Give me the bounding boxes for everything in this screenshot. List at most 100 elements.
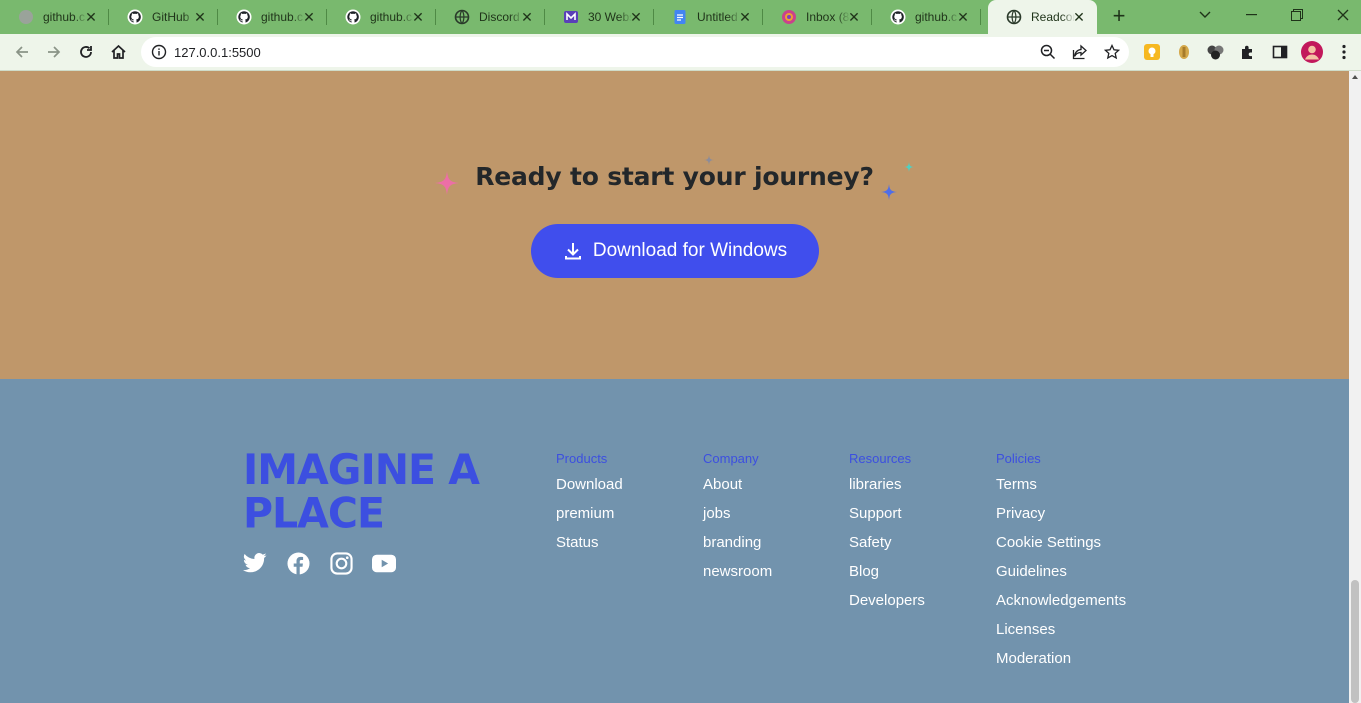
footer-link-moderation[interactable]: Moderation xyxy=(996,649,1126,669)
footer-link-terms[interactable]: Terms xyxy=(996,475,1126,495)
site-info-icon[interactable] xyxy=(151,44,167,65)
forward-button[interactable] xyxy=(43,41,65,63)
close-icon[interactable]: ✕ xyxy=(737,9,753,25)
download-button-label: Download for Windows xyxy=(592,240,788,261)
tab-title: Inbox (8 xyxy=(806,10,850,24)
footer-link-cookie-settings[interactable]: Cookie Settings xyxy=(996,533,1126,553)
github-icon xyxy=(236,9,252,25)
footer-column-title: Company xyxy=(703,451,759,466)
close-icon[interactable]: ✕ xyxy=(955,9,971,25)
footer-link-download[interactable]: Download xyxy=(556,475,623,495)
docs-icon xyxy=(672,9,688,25)
cta-heading: Ready to start your journey? xyxy=(475,162,874,191)
footer-column-title: Policies xyxy=(996,451,1041,466)
tab-github-1[interactable]: github.c ✕ xyxy=(0,0,109,34)
tab-title: GitHub xyxy=(152,10,190,24)
tab-inbox[interactable]: Inbox (8 ✕ xyxy=(763,0,872,34)
globe-icon xyxy=(454,9,470,25)
tab-title: github.c xyxy=(261,10,304,24)
footer-link-privacy[interactable]: Privacy xyxy=(996,504,1126,524)
download-icon xyxy=(563,241,583,261)
footer-column-title: Products xyxy=(556,451,608,466)
scroll-up-arrow-icon[interactable] xyxy=(1352,75,1358,79)
page-viewport: Ready to start your journey? Download fo… xyxy=(0,71,1349,703)
tab-30-websites[interactable]: 30 Webs ✕ xyxy=(545,0,654,34)
tab-github-5[interactable]: github.c ✕ xyxy=(872,0,981,34)
footer-link-support[interactable]: Support xyxy=(849,504,925,524)
tab-untitled-doc[interactable]: Untitled ✕ xyxy=(654,0,763,34)
footer-column-products: Products Download premium Status xyxy=(556,451,623,562)
close-icon[interactable]: ✕ xyxy=(410,9,426,25)
tab-title: 30 Webs xyxy=(588,10,632,24)
new-tab-button[interactable]: + xyxy=(1108,5,1130,28)
tab-discord[interactable]: Discord ✕ xyxy=(436,0,545,34)
close-icon[interactable]: ✕ xyxy=(83,9,99,25)
close-icon[interactable]: ✕ xyxy=(628,9,644,25)
footer-link-acknowledgements[interactable]: Acknowledgements xyxy=(996,591,1126,611)
footer-link-branding[interactable]: branding xyxy=(703,533,772,553)
footer-column-title: Resources xyxy=(849,451,912,466)
close-icon[interactable]: ✕ xyxy=(301,9,317,25)
download-windows-button[interactable]: Download for Windows xyxy=(531,224,819,278)
footer-link-status[interactable]: Status xyxy=(556,533,623,553)
close-icon[interactable]: ✕ xyxy=(1071,9,1087,25)
back-button[interactable] xyxy=(11,41,33,63)
reload-button[interactable] xyxy=(75,41,97,63)
footer-link-premium[interactable]: premium xyxy=(556,504,623,524)
footer-link-safety[interactable]: Safety xyxy=(849,533,925,553)
profile-avatar[interactable] xyxy=(1301,41,1323,63)
footer-link-guidelines[interactable]: Guidelines xyxy=(996,562,1126,582)
address-bar[interactable]: 127.0.0.1:5500 xyxy=(141,37,1129,67)
twitter-icon[interactable] xyxy=(243,551,267,575)
footer-link-developers[interactable]: Developers xyxy=(849,591,925,611)
footer-column-policies: Policies Terms Privacy Cookie Settings G… xyxy=(996,451,1126,678)
side-panel-icon[interactable] xyxy=(1269,41,1291,63)
browser-menu-icon[interactable] xyxy=(1333,41,1355,63)
purple-logo-icon xyxy=(563,9,579,25)
footer-link-jobs[interactable]: jobs xyxy=(703,504,772,524)
extension-circles-icon[interactable] xyxy=(1205,41,1227,63)
close-icon[interactable]: ✕ xyxy=(846,9,862,25)
tab-title: github.c xyxy=(915,10,958,24)
extensions-puzzle-icon[interactable] xyxy=(1237,41,1259,63)
footer-link-licenses[interactable]: Licenses xyxy=(996,620,1126,640)
tab-search-chevron-icon[interactable] xyxy=(1182,0,1228,30)
close-icon[interactable]: ✕ xyxy=(192,9,208,25)
restore-button[interactable] xyxy=(1274,0,1320,30)
youtube-icon[interactable] xyxy=(372,551,396,575)
brand-logo-text[interactable]: IMAGINE A PLACE xyxy=(243,448,513,536)
tab-title: github.c xyxy=(370,10,413,24)
facebook-icon[interactable] xyxy=(286,551,310,575)
close-icon[interactable]: ✕ xyxy=(519,9,535,25)
tab-github-4[interactable]: github.c ✕ xyxy=(327,0,436,34)
zoom-icon[interactable] xyxy=(1037,41,1059,63)
keep-extension-icon[interactable] xyxy=(1141,41,1163,63)
scrollbar-thumb[interactable] xyxy=(1351,580,1359,703)
tab-strip: github.c ✕ GitHub ✕ github.c ✕ github.c … xyxy=(0,0,1361,34)
share-icon[interactable] xyxy=(1069,41,1091,63)
instagram-icon[interactable] xyxy=(329,551,353,575)
globe-icon xyxy=(1006,9,1022,25)
close-window-button[interactable] xyxy=(1320,0,1361,30)
footer-link-blog[interactable]: Blog xyxy=(849,562,925,582)
cta-section: Ready to start your journey? Download fo… xyxy=(0,71,1349,379)
tab-github-2[interactable]: GitHub ✕ xyxy=(109,0,218,34)
tab-readcord-active[interactable]: Readcor ✕ xyxy=(988,0,1097,34)
bookmark-star-icon[interactable] xyxy=(1101,41,1123,63)
extension-figure-icon[interactable] xyxy=(1173,41,1195,63)
github-icon xyxy=(127,9,143,25)
github-icon xyxy=(345,9,361,25)
footer-link-libraries[interactable]: libraries xyxy=(849,475,925,495)
home-button[interactable] xyxy=(107,41,129,63)
minimize-button[interactable] xyxy=(1228,0,1274,30)
tab-github-3[interactable]: github.c ✕ xyxy=(218,0,327,34)
browser-toolbar: 127.0.0.1:5500 xyxy=(0,34,1361,71)
tab-title: Discord xyxy=(479,10,520,24)
footer-column-company: Company About jobs branding newsroom xyxy=(703,451,772,591)
footer-column-resources: Resources libraries Support Safety Blog … xyxy=(849,451,925,620)
footer-link-about[interactable]: About xyxy=(703,475,772,495)
page-scrollbar[interactable] xyxy=(1349,71,1361,703)
site-footer: IMAGINE A PLACE Products Download premiu… xyxy=(0,379,1349,703)
footer-link-newsroom[interactable]: newsroom xyxy=(703,562,772,582)
brand-line-1: IMAGINE A xyxy=(243,445,480,495)
